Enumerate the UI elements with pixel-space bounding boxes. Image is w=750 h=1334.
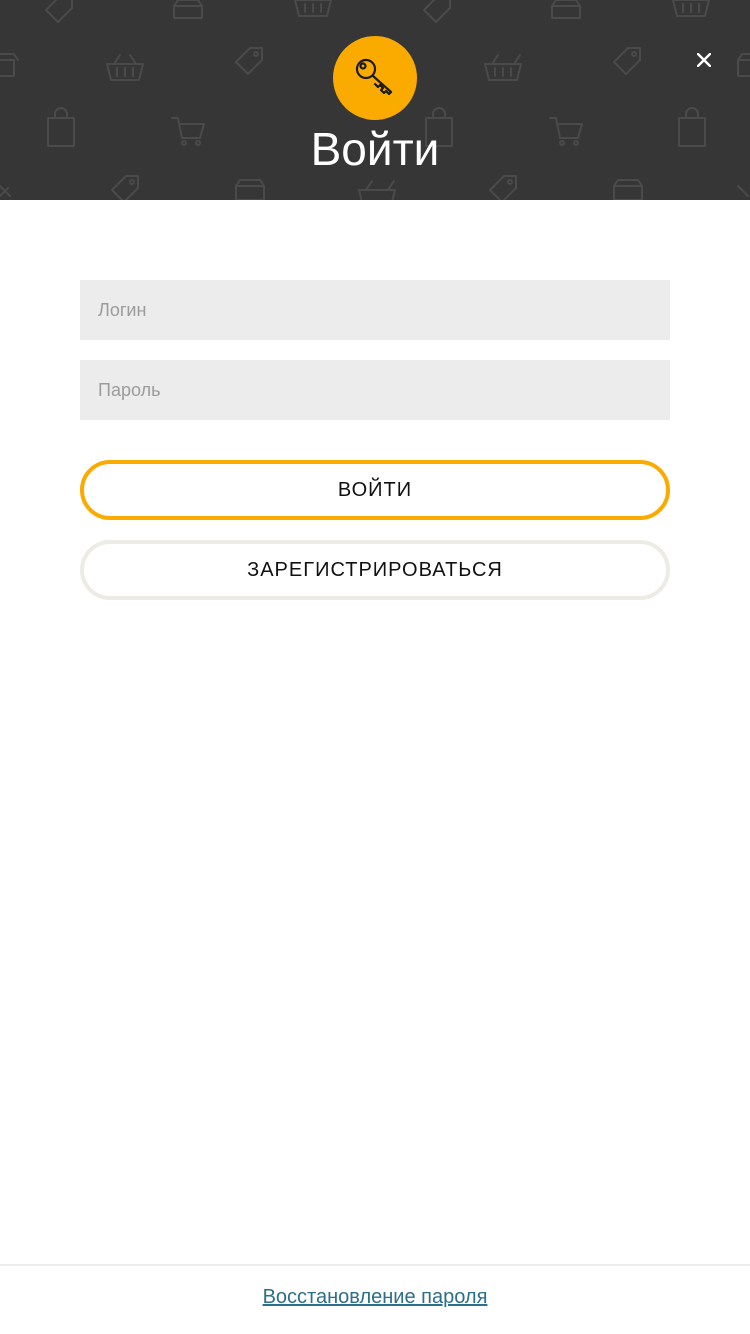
register-button[interactable]: ЗАРЕГИСТРИРОВАТЬСЯ [80,540,670,600]
login-button-label: ВОЙТИ [337,478,413,501]
close-icon [697,53,711,67]
login-screen: Войти ВОЙТИ ЗАРЕГИСТРИРОВАТЬСЯ Восстанов… [0,0,750,1334]
login-button[interactable]: ВОЙТИ [80,460,670,520]
register-button-label: ЗАРЕГИСТРИРОВАТЬСЯ [247,558,503,581]
header: Войти [0,0,750,200]
page-title: Войти [310,123,440,175]
password-recovery-link[interactable]: Восстановление пароля [0,1286,750,1309]
login-input[interactable] [80,280,670,340]
key-icon-badge [333,36,417,120]
key-icon [355,58,393,96]
footer: Восстановление пароля [0,1264,750,1334]
close-button[interactable] [688,44,720,76]
password-input[interactable] [80,360,670,420]
